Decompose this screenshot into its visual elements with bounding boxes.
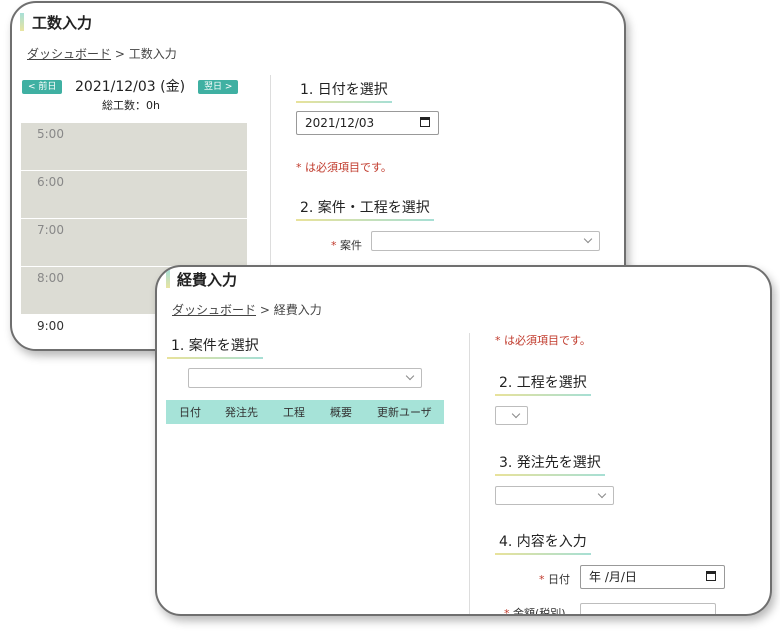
project-select[interactable] xyxy=(371,231,600,251)
expense-window: 経費入力 ダッシュボード > 経費入力 1. 案件を選択 日付 発注先 工程 概… xyxy=(155,265,772,616)
time-slot-label: 5:00 xyxy=(37,127,64,141)
breadcrumb-dashboard-link[interactable]: ダッシュボード xyxy=(172,303,256,317)
prev-day-button[interactable]: < 前日 xyxy=(22,80,63,94)
table-header: 日付 発注先 工程 概要 更新ユーザ xyxy=(166,400,444,424)
time-slot[interactable]: 7:00 xyxy=(21,219,247,267)
next-day-button[interactable]: 翌日 > xyxy=(198,80,239,94)
step-heading: 3. 発注先を選択 xyxy=(495,452,605,476)
breadcrumb-current: 工数入力 xyxy=(128,47,177,61)
table-header-cell[interactable]: 発注先 xyxy=(225,404,258,420)
column-divider xyxy=(469,333,470,614)
time-slot-label: 6:00 xyxy=(37,175,64,189)
date-input[interactable]: 年 /月/日 xyxy=(580,565,725,589)
calendar-icon[interactable] xyxy=(420,117,430,127)
table-header-cell[interactable]: 日付 xyxy=(179,404,201,420)
amount-input[interactable] xyxy=(580,603,716,614)
breadcrumb: ダッシュボード > 工数入力 xyxy=(27,45,177,62)
calendar-icon[interactable] xyxy=(706,571,716,581)
date-label: * 日付 xyxy=(539,571,570,587)
table-header-cell[interactable]: 概要 xyxy=(330,404,352,420)
breadcrumb-separator: > xyxy=(256,303,274,317)
vendor-select[interactable] xyxy=(495,486,614,505)
project-label: * 案件 xyxy=(331,237,362,253)
title-accent-bar xyxy=(166,270,170,288)
step-heading: 1. 日付を選択 xyxy=(296,79,392,103)
page-title: 工数入力 xyxy=(32,14,93,32)
step-heading: 2. 案件・工程を選択 xyxy=(296,197,434,221)
project-select[interactable] xyxy=(188,368,422,388)
time-slot[interactable]: 5:00 xyxy=(21,123,247,171)
chevron-down-icon xyxy=(583,234,593,244)
required-asterisk: * xyxy=(539,573,545,586)
breadcrumb: ダッシュボード > 経費入力 xyxy=(172,301,322,318)
total-hours: 総工数：0h xyxy=(102,99,160,112)
table-header-cell[interactable]: 工程 xyxy=(283,404,305,420)
date-input-placeholder: 年 /月/日 xyxy=(589,570,637,584)
breadcrumb-separator: > xyxy=(111,47,129,61)
time-slot-label: 7:00 xyxy=(37,223,64,237)
table-header-cell[interactable]: 更新ユーザ xyxy=(377,404,432,420)
date-label-text: 日付 xyxy=(548,573,570,586)
date-input[interactable]: 2021/12/03 xyxy=(296,111,439,135)
required-note: * は必須項目です。 xyxy=(495,334,591,347)
required-note: * は必須項目です。 xyxy=(296,161,392,174)
time-slot-label: 9:00 xyxy=(37,319,64,333)
breadcrumb-current: 経費入力 xyxy=(273,303,322,317)
time-slot[interactable]: 6:00 xyxy=(21,171,247,219)
project-label-text: 案件 xyxy=(340,239,362,252)
step-heading: 4. 内容を入力 xyxy=(495,531,591,555)
amount-label-text: 金額(税別) xyxy=(513,607,566,616)
chevron-down-icon xyxy=(405,371,415,381)
breadcrumb-dashboard-link[interactable]: ダッシュボード xyxy=(27,47,111,61)
process-select[interactable] xyxy=(495,406,528,425)
step-heading: 1. 案件を選択 xyxy=(167,335,263,359)
date-input-value: 2021/12/03 xyxy=(305,116,375,130)
required-asterisk: * xyxy=(331,239,337,252)
page-title: 経費入力 xyxy=(177,271,238,289)
current-date: 2021/12/03 (金) xyxy=(75,79,186,95)
time-slot-label: 8:00 xyxy=(37,271,64,285)
required-asterisk: * xyxy=(504,607,510,616)
amount-label: * 金額(税別) xyxy=(504,605,566,616)
chevron-down-icon xyxy=(597,489,607,499)
chevron-down-icon xyxy=(511,409,521,419)
title-accent-bar xyxy=(20,13,24,31)
step-heading: 2. 工程を選択 xyxy=(495,372,591,396)
